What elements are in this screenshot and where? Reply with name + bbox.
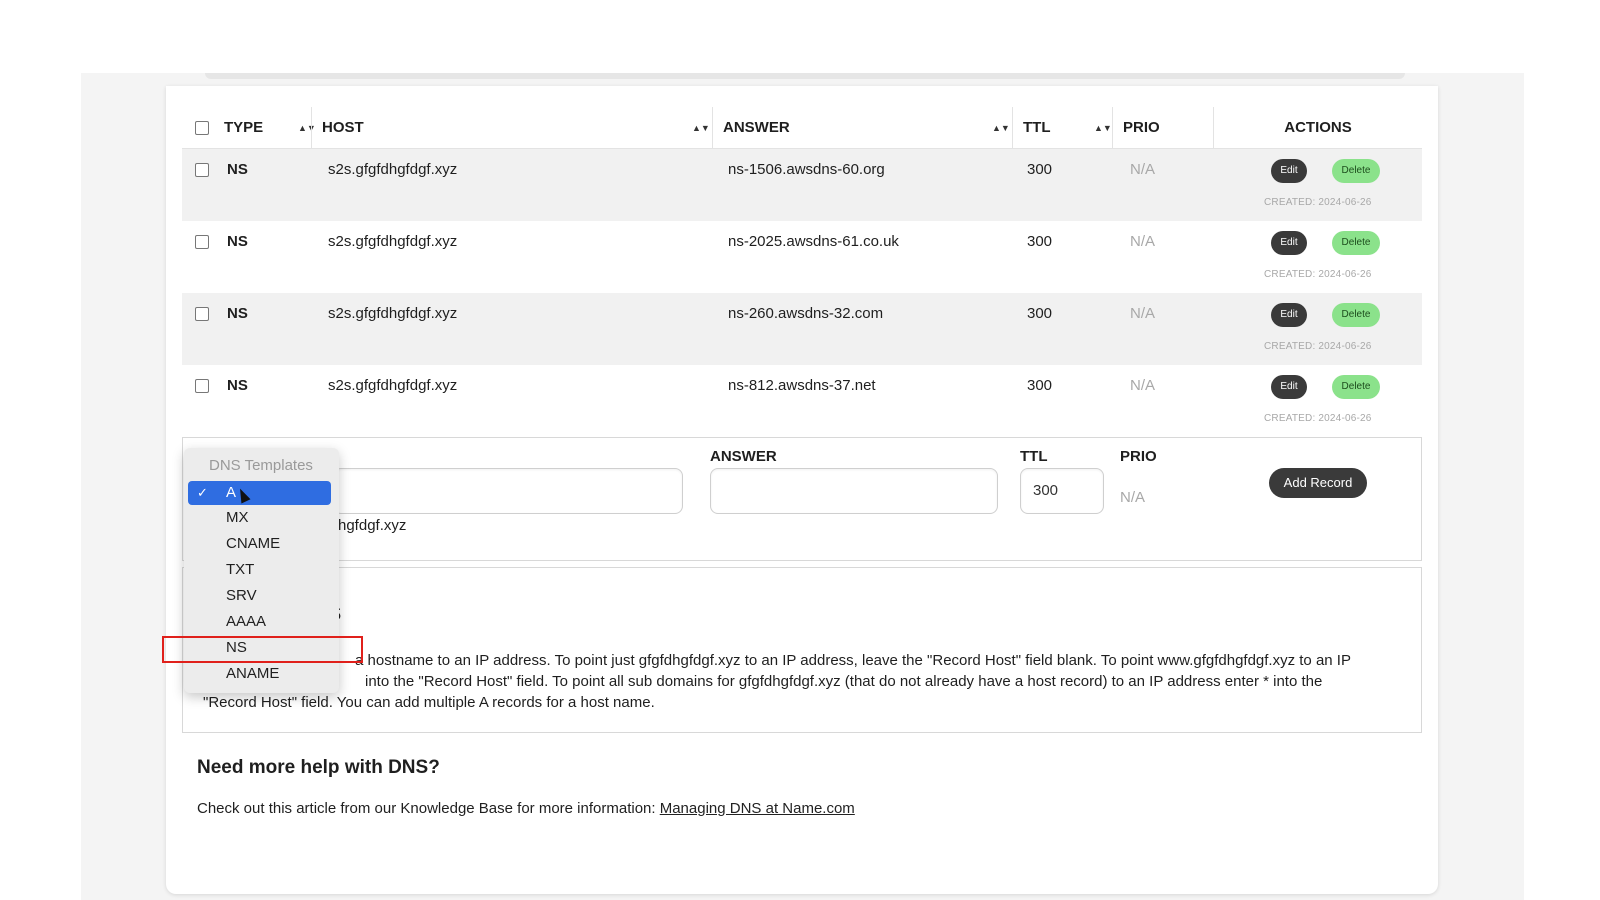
dropdown-group-label: DNS Templates xyxy=(209,457,313,474)
created-date: CREATED: 2024-06-26 xyxy=(1264,197,1372,208)
help-title: Need more help with DNS? xyxy=(197,757,440,778)
option-txt[interactable]: TXT xyxy=(188,558,331,582)
delete-button[interactable]: Delete xyxy=(1332,159,1380,183)
record-host: s2s.gfgfdhgfdgf.xyz xyxy=(328,161,458,178)
row-checkbox[interactable] xyxy=(195,379,209,393)
prio-label: PRIO xyxy=(1120,448,1157,465)
record-prio: N/A xyxy=(1130,161,1156,178)
record-answer: ns-2025.awsdns-61.co.uk xyxy=(728,233,899,250)
header-answer[interactable]: ANSWER xyxy=(712,107,790,149)
answer-label: ANSWER xyxy=(710,448,777,465)
check-icon: ✓ xyxy=(197,485,208,500)
option-cname[interactable]: CNAME xyxy=(188,532,331,556)
record-prio: N/A xyxy=(1130,377,1156,394)
top-scroll-strip xyxy=(205,73,1405,79)
record-info-box: s a hostname to an IP address. To point … xyxy=(182,567,1422,733)
delete-button[interactable]: Delete xyxy=(1332,231,1380,255)
header-prio: PRIO xyxy=(1112,107,1160,149)
record-type: NS xyxy=(227,305,248,322)
add-record-button[interactable]: Add Record xyxy=(1269,468,1367,498)
table-row: NS s2s.gfgfdhgfdgf.xyz ns-260.awsdns-32.… xyxy=(182,293,1422,365)
created-date: CREATED: 2024-06-26 xyxy=(1264,413,1372,424)
option-srv[interactable]: SRV xyxy=(188,584,331,608)
prio-value: N/A xyxy=(1120,489,1146,506)
table-header: TYPE ▲▼ HOST ▲▼ ANSWER ▲▼ TTL ▲▼ PRIO AC… xyxy=(182,107,1422,149)
record-type: NS xyxy=(227,377,248,394)
row-checkbox[interactable] xyxy=(195,235,209,249)
option-label: A xyxy=(226,484,237,501)
add-record-form: ANSWER TTL PRIO 300 N/A hgfdgf.xyz Add R… xyxy=(182,437,1422,561)
option-a[interactable]: ✓ A xyxy=(188,481,331,505)
info-line-3: "Record Host" field. You can add multipl… xyxy=(203,694,655,711)
header-host[interactable]: HOST xyxy=(311,107,364,149)
info-line-2: into the "Record Host" field. To point a… xyxy=(365,673,1323,690)
help-text-body: Check out this article from our Knowledg… xyxy=(197,800,660,817)
record-answer: ns-1506.awsdns-60.org xyxy=(728,161,885,178)
record-answer: ns-812.awsdns-37.net xyxy=(728,377,876,394)
edit-button[interactable]: Edit xyxy=(1271,159,1307,183)
record-ttl: 300 xyxy=(1027,233,1053,250)
header-type[interactable]: TYPE xyxy=(224,107,263,149)
option-aname[interactable]: ANAME xyxy=(188,662,331,686)
sort-answer-icon[interactable]: ▲▼ xyxy=(992,107,1010,149)
edit-button[interactable]: Edit xyxy=(1271,375,1307,399)
answer-input[interactable] xyxy=(710,468,998,514)
info-text: a hostname to an IP address. To point ju… xyxy=(203,650,1413,713)
row-checkbox[interactable] xyxy=(195,307,209,321)
record-prio: N/A xyxy=(1130,305,1156,322)
option-mx[interactable]: MX xyxy=(188,506,331,530)
sort-ttl-icon[interactable]: ▲▼ xyxy=(1094,107,1112,149)
record-answer: ns-260.awsdns-32.com xyxy=(728,305,884,322)
select-all-checkbox[interactable] xyxy=(195,121,209,135)
table-row: NS s2s.gfgfdhgfdgf.xyz ns-1506.awsdns-60… xyxy=(182,149,1422,221)
record-type: NS xyxy=(227,233,248,250)
table-row: NS s2s.gfgfdhgfdgf.xyz ns-2025.awsdns-61… xyxy=(182,221,1422,293)
record-host: s2s.gfgfdhgfdgf.xyz xyxy=(328,233,458,250)
record-ttl: 300 xyxy=(1027,377,1053,394)
ttl-label: TTL xyxy=(1020,448,1048,465)
record-ttl: 300 xyxy=(1027,305,1053,322)
header-actions: ACTIONS xyxy=(1213,107,1422,149)
record-type: NS xyxy=(227,161,248,178)
record-host: s2s.gfgfdhgfdgf.xyz xyxy=(328,377,458,394)
created-date: CREATED: 2024-06-26 xyxy=(1264,269,1372,280)
host-domain-suffix: hgfdgf.xyz xyxy=(338,517,407,534)
ns-highlight-box xyxy=(162,636,363,663)
delete-button[interactable]: Delete xyxy=(1332,375,1380,399)
option-aaaa[interactable]: AAAA xyxy=(188,610,331,634)
header-ttl[interactable]: TTL xyxy=(1012,107,1051,149)
edit-button[interactable]: Edit xyxy=(1271,303,1307,327)
record-prio: N/A xyxy=(1130,233,1156,250)
ttl-input[interactable]: 300 xyxy=(1020,468,1104,514)
info-line-1: a hostname to an IP address. To point ju… xyxy=(355,652,1351,669)
created-date: CREATED: 2024-06-26 xyxy=(1264,341,1372,352)
record-ttl: 300 xyxy=(1027,161,1053,178)
delete-button[interactable]: Delete xyxy=(1332,303,1380,327)
row-checkbox[interactable] xyxy=(195,163,209,177)
help-text: Check out this article from our Knowledg… xyxy=(197,800,855,817)
managing-dns-link[interactable]: Managing DNS at Name.com xyxy=(660,800,855,817)
host-input[interactable] xyxy=(333,468,683,514)
dns-records-table: TYPE ▲▼ HOST ▲▼ ANSWER ▲▼ TTL ▲▼ PRIO AC… xyxy=(182,107,1422,437)
table-row: NS s2s.gfgfdhgfdgf.xyz ns-812.awsdns-37.… xyxy=(182,365,1422,437)
record-host: s2s.gfgfdhgfdgf.xyz xyxy=(328,305,458,322)
edit-button[interactable]: Edit xyxy=(1271,231,1307,255)
sort-host-icon[interactable]: ▲▼ xyxy=(692,107,710,149)
